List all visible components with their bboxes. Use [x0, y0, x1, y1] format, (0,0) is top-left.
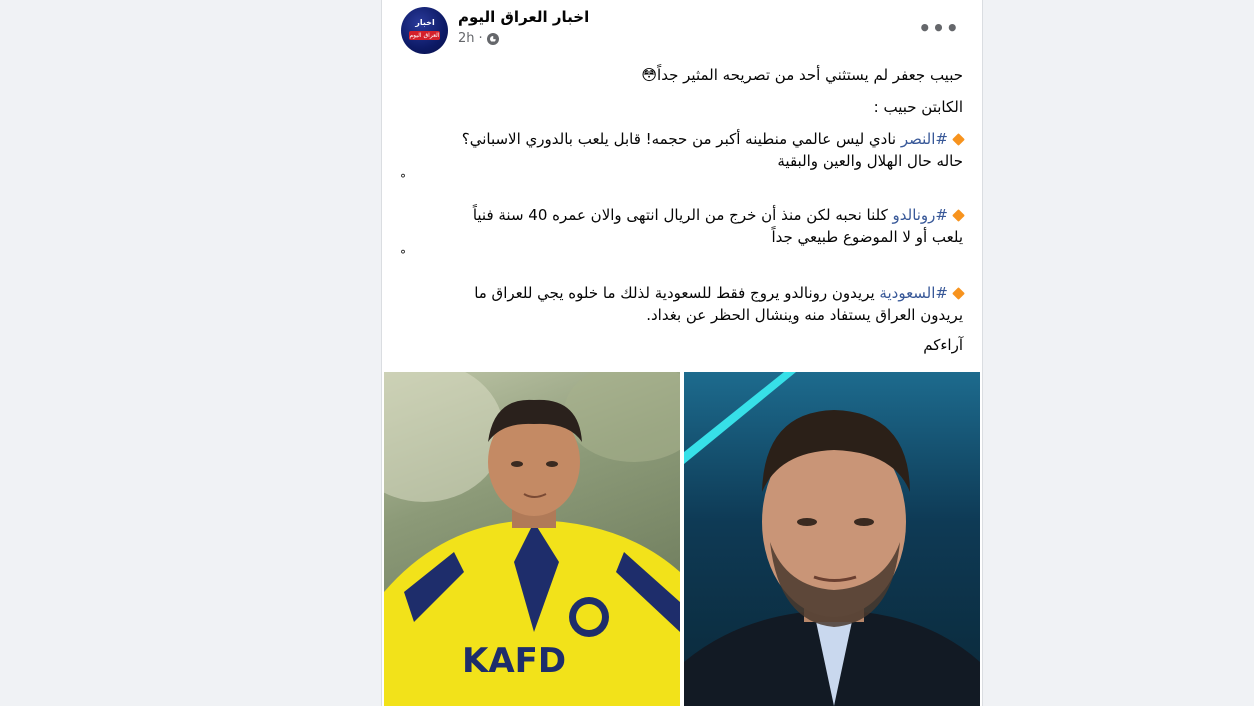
habib-illustration — [684, 372, 980, 706]
hashtag-link[interactable]: #رونالدو — [893, 206, 949, 224]
paragraph-text: كلنا نحبه لكن منذ أن خرج من الريال انتهى… — [472, 206, 893, 224]
svg-text:KAFD: KAFD — [462, 641, 566, 681]
post-line-closing: آراءكم — [923, 336, 963, 354]
orange-diamond-icon — [952, 209, 965, 222]
orange-diamond-icon — [952, 287, 965, 300]
post-meta: 2h · — [458, 31, 499, 46]
post-header: اخبار العراق اليوم اخبار العراق اليوم 2h… — [382, 0, 982, 60]
page-avatar[interactable]: اخبار العراق اليوم — [401, 7, 448, 54]
globe-icon[interactable] — [486, 32, 499, 45]
post-line-headline: حبيب جعفر لم يستثني أحد من تصريحه المثير… — [641, 66, 963, 84]
avatar-logo-text: اخبار — [415, 18, 435, 27]
post-line-intro: الكابتن حبيب : — [873, 98, 963, 116]
paragraph-text: يريدون العراق يستفاد منه وينشال الحظر عن… — [646, 306, 963, 324]
hashtag-link[interactable]: #النصر — [901, 130, 948, 148]
photo-habib-jaafar[interactable] — [684, 372, 980, 706]
post-paragraph-3: #السعودية يريدون رونالدو يروج فقط للسعود… — [400, 282, 965, 326]
hashtag-link[interactable]: #السعودية — [879, 284, 948, 302]
post-card: اخبار العراق اليوم اخبار العراق اليوم 2h… — [381, 0, 983, 706]
ronaldo-illustration: KAFD — [384, 372, 680, 706]
ellipsis-icon: ••• — [918, 16, 960, 40]
orange-diamond-icon — [952, 133, 965, 146]
paragraph-text: يريدون رونالدو يروج فقط للسعودية لذلك ما… — [474, 284, 880, 302]
post-paragraph-1: #النصر نادي ليس عالمي منطينه أكبر من حجم… — [400, 128, 965, 172]
post-media[interactable]: KAFD — [384, 372, 980, 706]
degree-mark: ° — [400, 248, 406, 262]
more-options-button[interactable]: ••• — [918, 10, 960, 46]
paragraph-text: حاله حال الهلال والعين والبقية — [777, 152, 963, 170]
post-timestamp[interactable]: 2h — [458, 31, 475, 46]
degree-mark: ° — [400, 172, 406, 186]
photo-ronaldo[interactable]: KAFD — [384, 372, 680, 706]
paragraph-text: نادي ليس عالمي منطينه أكبر من حجمه! قابل… — [461, 130, 901, 148]
post-text: حبيب جعفر لم يستثني أحد من تصريحه المثير… — [400, 64, 965, 366]
post-paragraph-2: #رونالدو كلنا نحبه لكن منذ أن خرج من الر… — [400, 204, 965, 248]
avatar-logo-bar: العراق اليوم — [409, 31, 440, 40]
meta-separator: · — [478, 31, 483, 46]
paragraph-text: يلعب أو لا الموضوع طبيعي جداً — [771, 228, 963, 246]
page-name-link[interactable]: اخبار العراق اليوم — [458, 8, 589, 26]
